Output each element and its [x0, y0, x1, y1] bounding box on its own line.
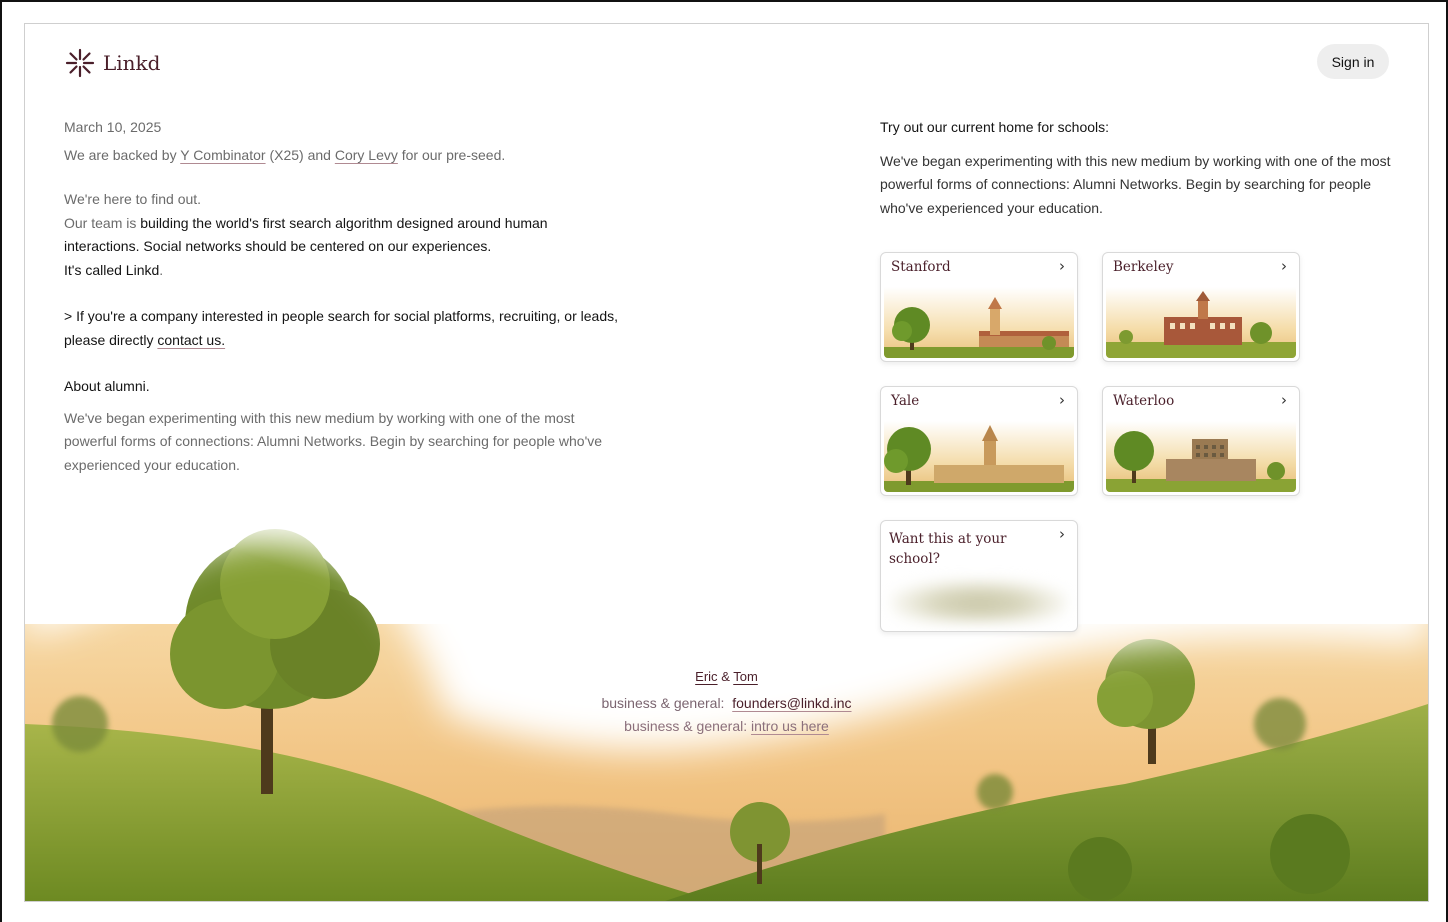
chevron-right-icon: ›	[1059, 391, 1065, 409]
page-container: Linkd Sign in March 10, 2025 We are back…	[24, 23, 1429, 902]
about-alumni-heading: About alumni.	[64, 378, 150, 394]
school-card-stanford[interactable]: Stanford ›	[880, 252, 1078, 362]
cory-levy-link[interactable]: Cory Levy	[335, 147, 398, 163]
waterloo-illustration	[1106, 421, 1296, 492]
brand-logo[interactable]: Linkd	[65, 48, 160, 78]
request-school-card[interactable]: Want this at your school? ›	[880, 520, 1078, 632]
request-school-text: Want this at your school?	[889, 531, 1007, 567]
school-name: Yale	[891, 393, 920, 409]
schools-heading: Try out our current home for schools:	[880, 119, 1110, 135]
founder-eric-link[interactable]: Eric	[695, 669, 717, 684]
chevron-right-icon: ›	[1059, 525, 1065, 543]
school-name: Stanford	[891, 259, 951, 275]
yale-illustration	[884, 421, 1074, 492]
blurred-preview	[891, 579, 1067, 623]
chevron-right-icon: ›	[1281, 257, 1287, 275]
post-date: March 10, 2025	[64, 119, 162, 135]
school-card-yale[interactable]: Yale ›	[880, 386, 1078, 496]
chevron-right-icon: ›	[1059, 257, 1065, 275]
window-frame-top	[0, 0, 1448, 2]
school-card-berkeley[interactable]: Berkeley ›	[1102, 252, 1300, 362]
brand-name: Linkd	[103, 51, 161, 75]
intro-link[interactable]: intro us here	[751, 718, 829, 734]
chevron-right-icon: ›	[1281, 391, 1287, 409]
y-combinator-link[interactable]: Y Combinator	[180, 147, 265, 163]
intro-contact-line: business & general: intro us here	[624, 718, 829, 734]
backers-line: We are backed by Y Combinator (X25) and …	[64, 146, 506, 163]
school-name: Berkeley	[1113, 259, 1174, 275]
called-linkd: It's called Linkd.	[64, 261, 164, 278]
contact-us-link[interactable]: contact us.	[157, 332, 225, 348]
team-paragraph: Our team is building the world's first s…	[64, 214, 548, 255]
founder-tom-link[interactable]: Tom	[733, 669, 758, 684]
asterisk-logo-icon	[65, 48, 95, 78]
school-name: Waterloo	[1113, 393, 1175, 409]
school-card-waterloo[interactable]: Waterloo ›	[1102, 386, 1300, 496]
sign-in-button[interactable]: Sign in	[1317, 44, 1389, 79]
email-link[interactable]: founders@linkd.inc	[732, 695, 851, 711]
email-contact-line: business & general: founders@linkd.inc	[601, 695, 852, 711]
berkeley-illustration	[1106, 287, 1296, 358]
find-out-text: We're here to find out.	[64, 191, 202, 207]
window-frame-left	[0, 0, 2, 922]
footer: Eric & Tom business & general: founders@…	[25, 669, 1428, 738]
intro-section: March 10, 2025 We are backed by Y Combin…	[64, 116, 624, 477]
schools-description: We've began experimenting with this new …	[880, 152, 1391, 216]
founders-line: Eric & Tom	[695, 669, 758, 684]
stanford-illustration	[884, 287, 1074, 358]
about-alumni-text: We've began experimenting with this new …	[64, 409, 603, 473]
company-paragraph: > If you're a company interested in peop…	[64, 308, 619, 348]
schools-section: Try out our current home for schools: We…	[880, 116, 1400, 220]
